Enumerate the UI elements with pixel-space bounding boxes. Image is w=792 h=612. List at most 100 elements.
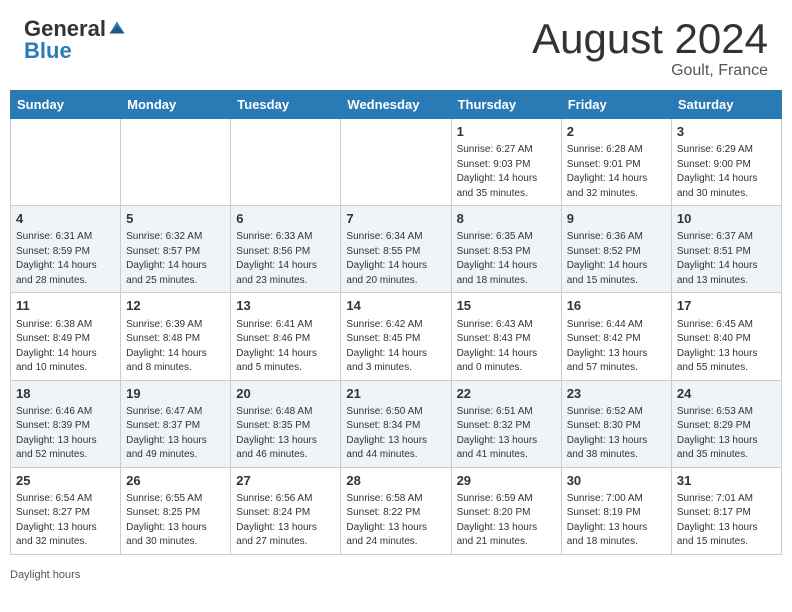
location: Goult, France	[532, 62, 768, 80]
day-info: Sunrise: 6:58 AM Sunset: 8:22 PM Dayligh…	[346, 492, 445, 550]
calendar-table: SundayMondayTuesdayWednesdayThursdayFrid…	[10, 90, 782, 555]
weekday-header: Tuesday	[231, 91, 341, 119]
calendar-week-row: 11Sunrise: 6:38 AM Sunset: 8:49 PM Dayli…	[11, 293, 782, 380]
footer: Daylight hours	[0, 565, 792, 589]
calendar-cell: 29Sunrise: 6:59 AM Sunset: 8:20 PM Dayli…	[451, 467, 561, 554]
day-number: 27	[236, 472, 335, 490]
weekday-header: Monday	[121, 91, 231, 119]
day-number: 26	[126, 472, 225, 490]
day-number: 12	[126, 297, 225, 315]
day-number: 21	[346, 385, 445, 403]
day-info: Sunrise: 6:37 AM Sunset: 8:51 PM Dayligh…	[677, 230, 776, 288]
calendar-week-row: 18 Sunrise: 6:46 AM Sunset: 8:39 PM Dayli…	[11, 380, 782, 467]
day-info: Sunrise: 6:45 AM Sunset: 8:40 PM Dayligh…	[677, 318, 776, 376]
day-info: Sunrise: 6:36 AM Sunset: 8:52 PM Dayligh…	[567, 230, 666, 288]
day-info: Sunrise: 6:54 AM Sunset: 8:27 PM Dayligh…	[16, 492, 115, 550]
calendar-cell: 9Sunrise: 6:36 AM Sunset: 8:52 PM Daylig…	[561, 206, 671, 293]
day-info: Sunrise: 6:39 AM Sunset: 8:48 PM Dayligh…	[126, 318, 225, 376]
calendar-cell: 21 Sunrise: 6:50 AM Sunset: 8:34 PM Dayli…	[341, 380, 451, 467]
day-number: 28	[346, 472, 445, 490]
day-info: Sunrise: 6:59 AM Sunset: 8:20 PM Dayligh…	[457, 492, 556, 550]
weekday-header: Friday	[561, 91, 671, 119]
calendar-cell: 6 Sunrise: 6:33 AM Sunset: 8:56 PM Daylig…	[231, 206, 341, 293]
day-number: 19	[126, 385, 225, 403]
day-info: Sunrise: 7:01 AM Sunset: 8:17 PM Dayligh…	[677, 492, 776, 550]
day-number: 1	[457, 123, 556, 141]
calendar-cell: 15 Sunrise: 6:43 AM Sunset: 8:43 PM Dayli…	[451, 293, 561, 380]
day-info: Sunrise: 6:34 AM Sunset: 8:55 PM Dayligh…	[346, 230, 445, 288]
day-info: Sunrise: 6:48 AM Sunset: 8:35 PM Dayligh…	[236, 405, 335, 463]
day-number: 4	[16, 210, 115, 228]
calendar-week-row: 1Sunrise: 6:27 AM Sunset: 9:03 PM Daylig…	[11, 119, 782, 206]
day-info: Sunrise: 6:53 AM Sunset: 8:29 PM Dayligh…	[677, 405, 776, 463]
calendar-cell: 16Sunrise: 6:44 AM Sunset: 8:42 PM Dayli…	[561, 293, 671, 380]
day-number: 22	[457, 385, 556, 403]
month-title: August 2024	[532, 18, 768, 60]
calendar-cell: 23Sunrise: 6:52 AM Sunset: 8:30 PM Dayli…	[561, 380, 671, 467]
calendar-cell: 13 Sunrise: 6:41 AM Sunset: 8:46 PM Dayli…	[231, 293, 341, 380]
day-number: 5	[126, 210, 225, 228]
day-number: 24	[677, 385, 776, 403]
day-number: 25	[16, 472, 115, 490]
weekday-header: Saturday	[671, 91, 781, 119]
day-info: Sunrise: 6:31 AM Sunset: 8:59 PM Dayligh…	[16, 230, 115, 288]
day-number: 30	[567, 472, 666, 490]
calendar-cell: 3Sunrise: 6:29 AM Sunset: 9:00 PM Daylig…	[671, 119, 781, 206]
day-info: Sunrise: 6:51 AM Sunset: 8:32 PM Dayligh…	[457, 405, 556, 463]
calendar-cell: 31Sunrise: 7:01 AM Sunset: 8:17 PM Dayli…	[671, 467, 781, 554]
day-number: 6	[236, 210, 335, 228]
calendar-cell: 24 Sunrise: 6:53 AM Sunset: 8:29 PM Dayli…	[671, 380, 781, 467]
calendar-cell: 4 Sunrise: 6:31 AM Sunset: 8:59 PM Daylig…	[11, 206, 121, 293]
calendar-cell	[231, 119, 341, 206]
day-number: 16	[567, 297, 666, 315]
calendar-cell: 7 Sunrise: 6:34 AM Sunset: 8:55 PM Daylig…	[341, 206, 451, 293]
calendar-cell: 17 Sunrise: 6:45 AM Sunset: 8:40 PM Dayli…	[671, 293, 781, 380]
calendar-cell: 30 Sunrise: 7:00 AM Sunset: 8:19 PM Dayli…	[561, 467, 671, 554]
day-number: 17	[677, 297, 776, 315]
day-number: 8	[457, 210, 556, 228]
logo: General Blue	[24, 18, 126, 62]
day-info: Sunrise: 6:33 AM Sunset: 8:56 PM Dayligh…	[236, 230, 335, 288]
logo-blue-text: Blue	[24, 40, 72, 62]
day-info: Sunrise: 6:42 AM Sunset: 8:45 PM Dayligh…	[346, 318, 445, 376]
calendar-cell: 5 Sunrise: 6:32 AM Sunset: 8:57 PM Daylig…	[121, 206, 231, 293]
day-number: 15	[457, 297, 556, 315]
day-info: Sunrise: 6:35 AM Sunset: 8:53 PM Dayligh…	[457, 230, 556, 288]
calendar-cell: 10 Sunrise: 6:37 AM Sunset: 8:51 PM Dayli…	[671, 206, 781, 293]
day-info: Sunrise: 6:50 AM Sunset: 8:34 PM Dayligh…	[346, 405, 445, 463]
calendar-cell: 2 Sunrise: 6:28 AM Sunset: 9:01 PM Daylig…	[561, 119, 671, 206]
calendar-cell: 1Sunrise: 6:27 AM Sunset: 9:03 PM Daylig…	[451, 119, 561, 206]
day-number: 13	[236, 297, 335, 315]
logo-icon	[108, 20, 126, 38]
calendar-cell: 20 Sunrise: 6:48 AM Sunset: 8:35 PM Dayli…	[231, 380, 341, 467]
weekday-header-row: SundayMondayTuesdayWednesdayThursdayFrid…	[11, 91, 782, 119]
calendar-cell: 22 Sunrise: 6:51 AM Sunset: 8:32 PM Dayli…	[451, 380, 561, 467]
day-number: 10	[677, 210, 776, 228]
day-info: Sunrise: 6:52 AM Sunset: 8:30 PM Dayligh…	[567, 405, 666, 463]
calendar-week-row: 25 Sunrise: 6:54 AM Sunset: 8:27 PM Dayli…	[11, 467, 782, 554]
calendar-cell: 19 Sunrise: 6:47 AM Sunset: 8:37 PM Dayli…	[121, 380, 231, 467]
day-info: Sunrise: 7:00 AM Sunset: 8:19 PM Dayligh…	[567, 492, 666, 550]
day-number: 20	[236, 385, 335, 403]
day-info: Sunrise: 6:41 AM Sunset: 8:46 PM Dayligh…	[236, 318, 335, 376]
weekday-header: Thursday	[451, 91, 561, 119]
weekday-header: Sunday	[11, 91, 121, 119]
calendar-cell: 27Sunrise: 6:56 AM Sunset: 8:24 PM Dayli…	[231, 467, 341, 554]
calendar-cell: 11Sunrise: 6:38 AM Sunset: 8:49 PM Dayli…	[11, 293, 121, 380]
calendar-cell	[11, 119, 121, 206]
daylight-label: Daylight hours	[10, 569, 80, 581]
calendar-cell	[121, 119, 231, 206]
day-info: Sunrise: 6:28 AM Sunset: 9:01 PM Dayligh…	[567, 143, 666, 201]
day-number: 7	[346, 210, 445, 228]
day-info: Sunrise: 6:47 AM Sunset: 8:37 PM Dayligh…	[126, 405, 225, 463]
day-info: Sunrise: 6:46 AM Sunset: 8:39 PM Dayligh…	[16, 405, 115, 463]
title-block: August 2024 Goult, France	[532, 18, 768, 80]
day-info: Sunrise: 6:32 AM Sunset: 8:57 PM Dayligh…	[126, 230, 225, 288]
day-info: Sunrise: 6:43 AM Sunset: 8:43 PM Dayligh…	[457, 318, 556, 376]
day-number: 14	[346, 297, 445, 315]
day-info: Sunrise: 6:55 AM Sunset: 8:25 PM Dayligh…	[126, 492, 225, 550]
calendar-cell	[341, 119, 451, 206]
day-info: Sunrise: 6:38 AM Sunset: 8:49 PM Dayligh…	[16, 318, 115, 376]
day-number: 2	[567, 123, 666, 141]
day-number: 18	[16, 385, 115, 403]
